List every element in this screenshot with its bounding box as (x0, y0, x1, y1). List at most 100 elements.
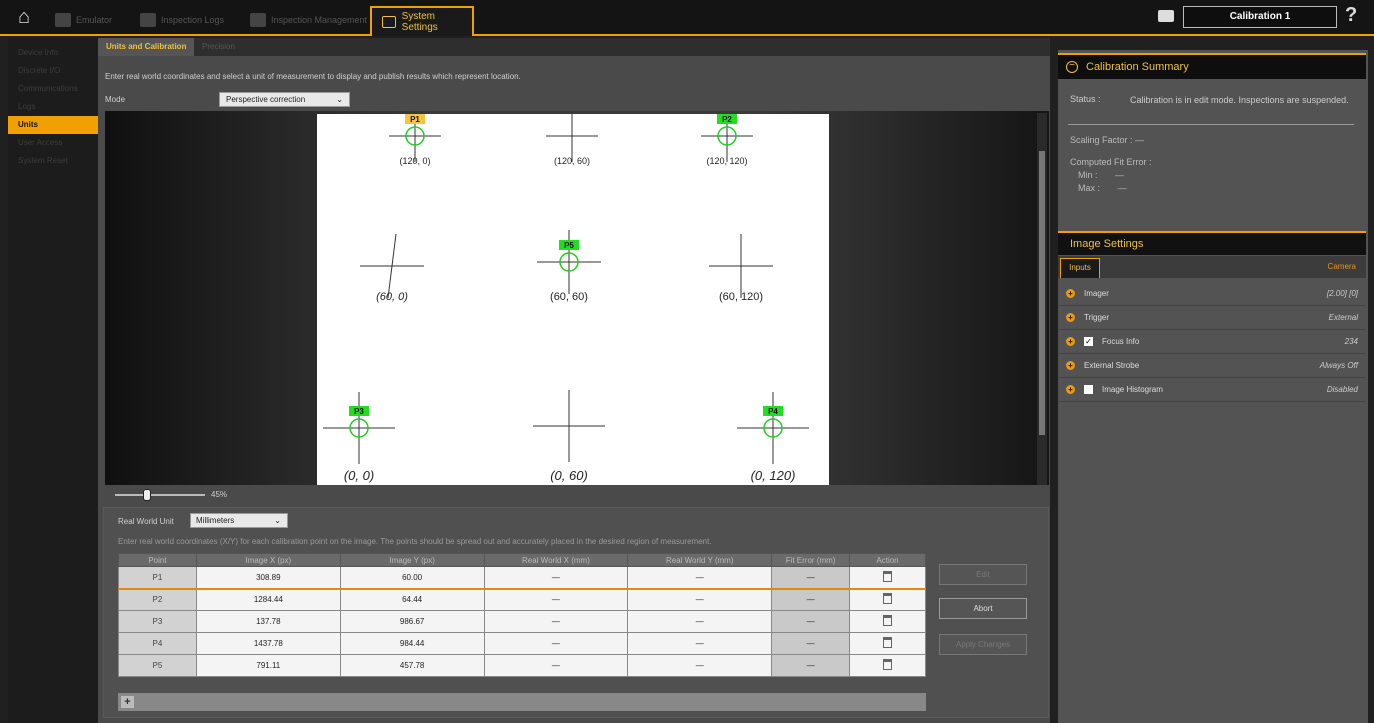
cell-image-x[interactable]: 308.89 (195, 566, 341, 590)
camera-icon[interactable] (1158, 10, 1174, 22)
cell-image-x[interactable]: 791.11 (195, 654, 341, 677)
calibration-summary-header[interactable]: − Calibration Summary (1058, 53, 1366, 79)
trash-icon[interactable] (883, 570, 893, 582)
expand-icon[interactable]: + (1066, 337, 1075, 346)
target-coordinate-label: (120, 120) (706, 156, 747, 166)
abort-button[interactable]: Abort (939, 598, 1027, 619)
divider (1068, 124, 1354, 125)
calibration-target[interactable]: P2 (120, 120) (701, 111, 753, 166)
zoom-slider-thumb[interactable] (143, 489, 151, 501)
cell-real-x[interactable]: — (483, 654, 629, 677)
cell-image-y[interactable]: 986.67 (339, 610, 485, 633)
calibration-target[interactable]: P3 (0, 0) (323, 392, 395, 483)
tab-units-and-calibration[interactable]: Units and Calibration (98, 38, 195, 56)
sidebar-item-user-access[interactable]: User Access (8, 134, 98, 152)
sidebar-item-units[interactable]: Units (8, 116, 98, 134)
target-coordinate-label: (60, 120) (719, 291, 763, 303)
calibration-target[interactable]: P4 (0, 120) (737, 392, 809, 483)
expand-icon[interactable]: + (1066, 385, 1075, 394)
edit-button[interactable]: Edit (939, 564, 1027, 585)
tab-system-settings[interactable]: System Settings (370, 6, 474, 36)
point-tag-label: P3 (354, 407, 364, 416)
home-icon[interactable]: ⌂ (12, 6, 36, 28)
table-row[interactable]: P5 791.11 457.78 — — — (118, 654, 926, 677)
apply-changes-button[interactable]: Apply Changes (939, 634, 1027, 655)
col-real-x: Real World X (mm) (483, 553, 629, 567)
cell-image-x[interactable]: 1284.44 (195, 588, 341, 611)
expand-icon[interactable]: + (1066, 289, 1075, 298)
sidebar-item-device-info[interactable]: Device Info (8, 44, 98, 62)
table-row[interactable]: P1 308.89 60.00 — — — (118, 566, 926, 590)
setting-row-focus-info[interactable]: + ✓ Focus Info 234 (1058, 330, 1366, 354)
trash-icon[interactable] (883, 593, 893, 605)
mode-select[interactable]: Perspective correction ⌄ (219, 92, 350, 107)
trash-icon[interactable] (883, 615, 893, 626)
calibration-target[interactable]: P5 (60, 60) (537, 230, 601, 303)
setting-row-external-strobe[interactable]: + External Strobe Always Off (1058, 354, 1366, 378)
chevron-down-icon: ⌄ (336, 95, 343, 104)
calibration-target: (0, 60) (533, 390, 605, 483)
checkbox-checked[interactable]: ✓ (1084, 337, 1093, 346)
setting-row-trigger[interactable]: + Trigger External (1058, 306, 1366, 330)
nav-inspection-management[interactable]: Inspection Management (250, 8, 367, 32)
zoom-slider[interactable] (115, 494, 205, 496)
setting-row-imager[interactable]: + Imager [2.00] [0] (1058, 282, 1366, 306)
cell-real-x[interactable]: — (483, 566, 629, 590)
expand-icon[interactable]: + (1066, 313, 1075, 322)
image-settings-header[interactable]: Image Settings (1058, 231, 1366, 255)
cell-image-y[interactable]: 64.44 (339, 588, 485, 611)
col-real-y: Real World Y (mm) (627, 553, 773, 567)
cell-image-y[interactable]: 60.00 (339, 566, 485, 590)
expand-icon[interactable]: + (1066, 361, 1075, 370)
main-panel: Units and Calibration Precision Enter re… (98, 38, 1050, 723)
collapse-icon[interactable]: − (1066, 61, 1078, 73)
scroll-thumb[interactable] (1039, 151, 1045, 435)
cell-real-y[interactable]: — (627, 654, 773, 677)
sidebar-item-system-reset[interactable]: System Reset (8, 152, 98, 170)
cell-fit-error: — (771, 610, 851, 633)
cell-image-y[interactable]: 457.78 (339, 654, 485, 677)
calibration-target[interactable]: P1 (120, 0) (389, 111, 441, 166)
image-viewer[interactable]: P1 (120, 0) (120, 60) P2 (120, 120) (60, 0) P5… (105, 111, 1049, 485)
point-tag-label: P2 (722, 115, 732, 124)
nav-emulator[interactable]: Emulator (55, 8, 112, 32)
cell-image-x[interactable]: 137.78 (195, 610, 341, 633)
real-world-unit-select[interactable]: Millimeters ⌄ (190, 513, 288, 528)
right-panel: − Calibration Summary Status : Calibrati… (1058, 50, 1368, 723)
sidebar-item-discrete-io[interactable]: Discrete I/O (8, 62, 98, 80)
sidebar-item-logs[interactable]: Logs (8, 98, 98, 116)
cell-image-x[interactable]: 1437.78 (195, 632, 341, 655)
cell-image-y[interactable]: 984.44 (339, 632, 485, 655)
sidebar-item-communications[interactable]: Communications (8, 80, 98, 98)
col-action: Action (849, 553, 926, 567)
cell-real-y[interactable]: — (627, 632, 773, 655)
cell-real-x[interactable]: — (483, 588, 629, 611)
emulator-icon (55, 13, 71, 27)
fit-error-max: Max : — (1078, 183, 1127, 193)
tab-camera[interactable]: Camera (1328, 262, 1356, 271)
cell-fit-error: — (771, 654, 851, 677)
cell-real-y[interactable]: — (627, 588, 773, 611)
calibration-name-box[interactable]: Calibration 1 (1183, 6, 1337, 28)
trash-icon[interactable] (883, 659, 893, 670)
setting-row-image-histogram[interactable]: + Image Histogram Disabled (1058, 378, 1366, 402)
cell-real-x[interactable]: — (483, 632, 629, 655)
nav-inspection-logs[interactable]: Inspection Logs (140, 8, 224, 32)
table-row[interactable]: P4 1437.78 984.44 — — — (118, 632, 926, 655)
calibration-sheet: P1 (120, 0) (120, 60) P2 (120, 120) (60, 0) P5… (317, 111, 829, 485)
image-scrollbar[interactable] (1037, 113, 1047, 485)
cell-fit-error: — (771, 632, 851, 655)
table-row[interactable]: P2 1284.44 64.44 — — — (118, 588, 926, 611)
trash-icon[interactable] (883, 637, 893, 648)
points-instruction: Enter real world coordinates (X/Y) for e… (118, 537, 712, 546)
add-row-button[interactable]: + (121, 696, 134, 708)
cell-real-y[interactable]: — (627, 610, 773, 633)
help-icon[interactable]: ? (1345, 4, 1357, 27)
cell-real-y[interactable]: — (627, 566, 773, 590)
tab-precision[interactable]: Precision (194, 38, 243, 56)
checkbox-unchecked[interactable] (1084, 385, 1093, 394)
cell-fit-error: — (771, 566, 851, 590)
cell-real-x[interactable]: — (483, 610, 629, 633)
table-row[interactable]: P3 137.78 986.67 — — — (118, 610, 926, 633)
tab-inputs[interactable]: Inputs (1060, 258, 1100, 278)
